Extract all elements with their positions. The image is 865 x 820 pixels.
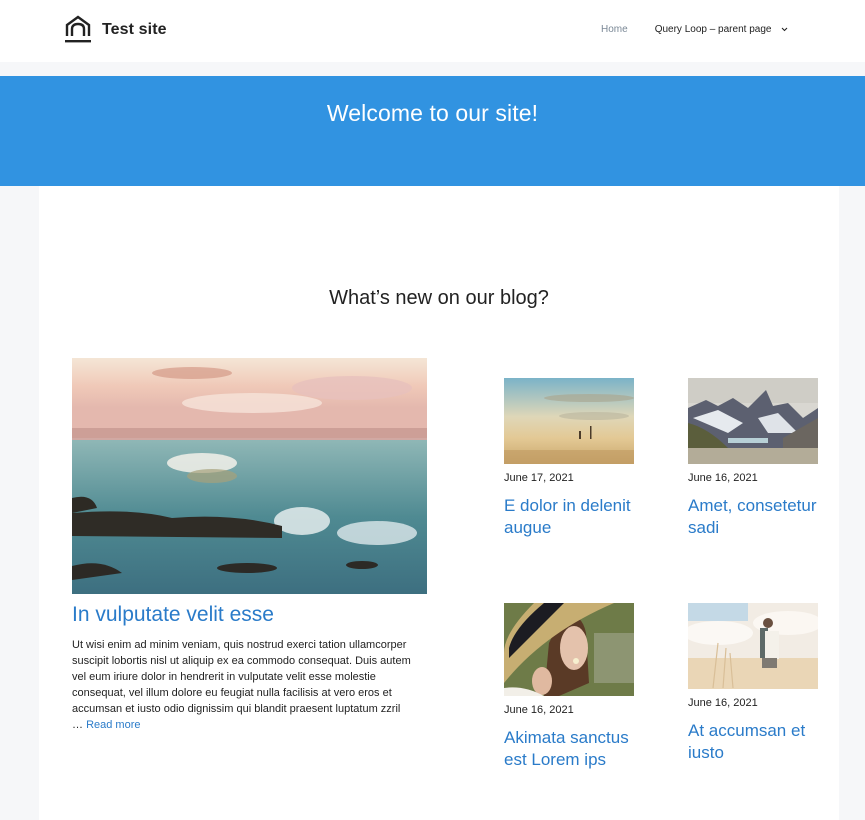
post-card: June 16, 2021 Amet, consetetur sadi bbox=[688, 378, 819, 539]
featured-post-image[interactable] bbox=[72, 358, 427, 594]
main-content: What’s new on our blog? In vulputate vel… bbox=[39, 186, 839, 820]
site-title[interactable]: Test site bbox=[102, 15, 167, 44]
featured-post-excerpt: Ut wisi enim ad minim veniam, quis nostr… bbox=[72, 637, 412, 733]
site-header: Test site Home Query Loop – parent page bbox=[0, 0, 865, 62]
nav-item-label: Query Loop – parent page bbox=[654, 24, 772, 35]
chevron-down-icon[interactable] bbox=[781, 27, 788, 32]
post-card: June 16, 2021 At accumsan et iusto bbox=[688, 603, 819, 764]
featured-post-title[interactable]: In vulputate velit esse bbox=[72, 603, 427, 627]
hero-title: Welcome to our site! bbox=[326, 100, 539, 126]
house-icon[interactable] bbox=[64, 15, 92, 44]
post-date: June 16, 2021 bbox=[504, 704, 574, 716]
post-title[interactable]: Amet, consetetur sadi bbox=[688, 495, 819, 539]
post-card: June 16, 2021 Akimata sanctus est Lorem … bbox=[504, 603, 635, 771]
main-navigation: Home Query Loop – parent page bbox=[601, 24, 788, 35]
featured-post: In vulputate velit esse Ut wisi enim ad … bbox=[72, 358, 427, 733]
post-image[interactable] bbox=[504, 378, 634, 464]
nav-item-home[interactable]: Home bbox=[601, 24, 628, 35]
post-image[interactable] bbox=[688, 603, 818, 689]
post-title[interactable]: E dolor in delenit augue bbox=[504, 495, 635, 539]
post-title[interactable]: Akimata sanctus est Lorem ips bbox=[504, 727, 635, 771]
post-image[interactable] bbox=[504, 603, 634, 696]
post-title[interactable]: At accumsan et iusto bbox=[688, 720, 819, 764]
post-card: June 17, 2021 E dolor in delenit augue bbox=[504, 378, 635, 539]
post-date: June 17, 2021 bbox=[504, 472, 574, 484]
post-date: June 16, 2021 bbox=[688, 472, 758, 484]
read-more-link[interactable]: Read more bbox=[86, 719, 140, 731]
post-image[interactable] bbox=[688, 378, 818, 464]
excerpt-text: Ut wisi enim ad minim veniam, quis nostr… bbox=[72, 639, 411, 731]
post-date: June 16, 2021 bbox=[688, 697, 758, 709]
site-branding: Test site bbox=[64, 15, 167, 44]
nav-item-query-loop-parent[interactable]: Query Loop – parent page bbox=[655, 24, 789, 35]
hero-banner: Welcome to our site! bbox=[0, 76, 865, 186]
section-title: What’s new on our blog? bbox=[329, 287, 549, 309]
